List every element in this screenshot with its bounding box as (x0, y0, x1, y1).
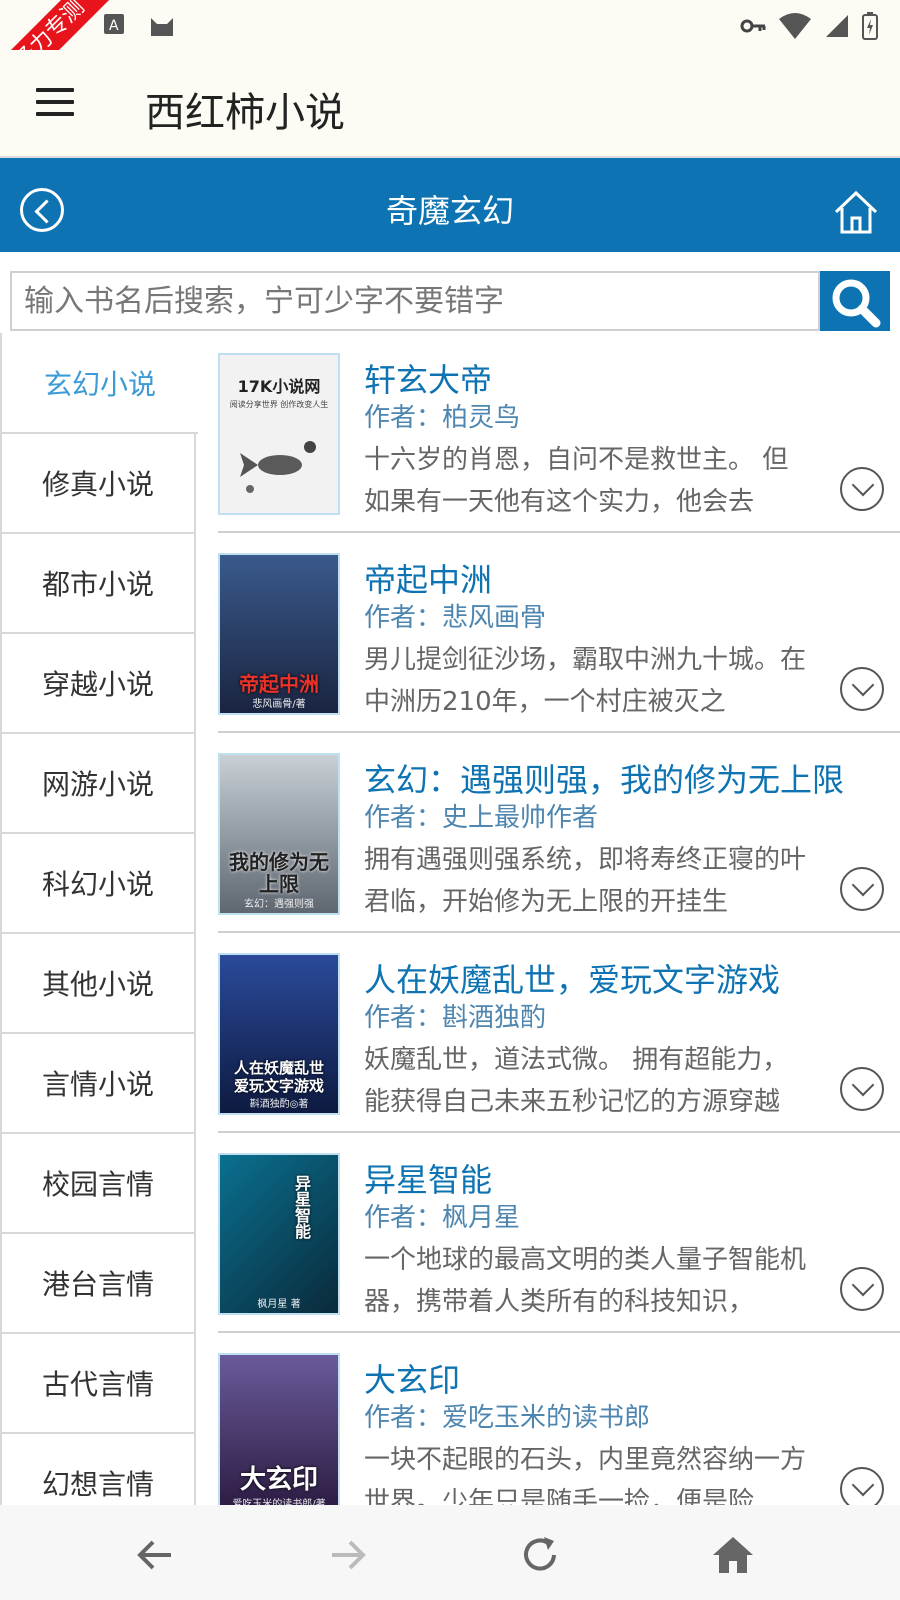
book-title[interactable]: 轩玄大帝 (364, 355, 492, 401)
sidebar-item-xuanhuan[interactable]: 玄幻小说 (0, 333, 198, 434)
browser-nav-bar (0, 1505, 900, 1600)
menu-icon[interactable] (36, 88, 74, 116)
signal-icon (826, 15, 848, 37)
cat-icon (151, 18, 173, 36)
book-description: 拥有遇强则强系统，即将寿终正寝的叶君临，开始修为无上限的开挂生 (364, 845, 807, 917)
cover-title-text: 我的修为无上限 (229, 850, 329, 896)
book-author: 作者：史上最帅作者 (364, 803, 599, 833)
home-nav-icon[interactable] (711, 1533, 755, 1577)
app-title: 西红柿小说 (145, 90, 345, 136)
cover-title-text: 帝起中洲 (239, 672, 319, 696)
back-arrow-icon[interactable] (133, 1533, 177, 1577)
fish-illustration-icon (240, 441, 316, 493)
expand-chevron-icon[interactable] (840, 1467, 884, 1505)
cover-author-text: 玄幻：遇强则强 (244, 899, 314, 910)
home-icon[interactable] (832, 188, 880, 236)
book-description: 妖魔乱世，道法式微。 拥有超能力，能获得自己未来五秒记忆的方源穿越 (364, 1045, 789, 1117)
battery-icon (862, 12, 878, 40)
book-title[interactable]: 帝起中洲 (364, 555, 492, 601)
cover-title-text: 17K小说网 (237, 377, 321, 396)
book-cover[interactable]: 大玄印 爱吃玉米的读书郎/著 (218, 1353, 340, 1505)
book-description: 一个地球的最高文明的类人量子智能机器，携带着人类所有的科技知识， (364, 1245, 807, 1317)
cover-author-text: 爱吃玉米的读书郎/著 (232, 1499, 326, 1505)
book-author: 作者：枫月星 (364, 1203, 521, 1233)
search-input[interactable] (10, 271, 820, 331)
cover-title-text: 异星智能 (292, 1175, 311, 1239)
expand-chevron-icon[interactable] (840, 1067, 884, 1111)
sidebar-item-gangtai[interactable]: 港台言情 (0, 1234, 196, 1334)
wifi-icon (779, 13, 811, 39)
book-item[interactable]: 大玄印 爱吃玉米的读书郎/著 大玄印 作者：爱吃玉米的读书郎 一块不起眼的石头，… (218, 1333, 900, 1505)
book-description: 十六岁的肖恩，自问不是救世主。 但如果有一天他有这个实力，他会去 (364, 445, 789, 517)
cover-author-text: 枫月星 著 (257, 1299, 301, 1310)
cover-author-text: 斟酒独酌◎著 (249, 1099, 309, 1110)
sidebar-item-gudai[interactable]: 古代言情 (0, 1334, 196, 1434)
cover-author-text: 悲风画骨/著 (252, 699, 306, 710)
forward-arrow-icon[interactable] (326, 1533, 370, 1577)
book-cover[interactable]: 异星智能 枫月星 著 (218, 1153, 340, 1315)
book-cover[interactable]: 我的修为无上限 玄幻：遇强则强 (218, 753, 340, 915)
book-description: 一块不起眼的石头，内里竟然容纳一方世界。少年只是随手一捡，便是险 (364, 1445, 807, 1505)
expand-chevron-icon[interactable] (840, 467, 884, 511)
book-author: 作者：柏灵鸟 (364, 403, 521, 433)
book-item[interactable]: 17K小说网 阅读分享世界 创作改变人生 轩玄大帝 作者：柏灵鸟 十六岁的肖恩，… (218, 333, 900, 533)
book-author: 作者：悲风画骨 (364, 603, 547, 633)
sidebar-item-kehuan[interactable]: 科幻小说 (0, 834, 196, 934)
book-author: 作者：斟酒独酌 (364, 1003, 547, 1033)
expand-chevron-icon[interactable] (840, 667, 884, 711)
book-title[interactable]: 异星智能 (364, 1155, 492, 1201)
book-item[interactable]: 我的修为无上限 玄幻：遇强则强 玄幻：遇强则强，我的修为无上限 作者：史上最帅作… (218, 733, 900, 933)
status-bar: A 圣力专测 (0, 0, 900, 111)
book-item[interactable]: 异星智能 枫月星 著 异星智能 作者：枫月星 一个地球的最高文明的类人量子智能机… (218, 1133, 900, 1333)
book-cover[interactable]: 17K小说网 阅读分享世界 创作改变人生 (218, 353, 340, 515)
sidebar-item-dushi[interactable]: 都市小说 (0, 534, 196, 634)
sidebar-item-huanxiang[interactable]: 幻想言情 (0, 1434, 196, 1505)
sidebar-item-wangyou[interactable]: 网游小说 (0, 734, 196, 834)
font-a-icon: A (104, 14, 124, 34)
category-sidebar: 玄幻小说 修真小说 都市小说 穿越小说 网游小说 科幻小说 其他小说 言情小说 … (0, 333, 198, 1505)
category-title: 奇魔玄幻 (385, 192, 514, 230)
refresh-icon[interactable] (518, 1533, 562, 1577)
search-button[interactable] (820, 271, 890, 331)
book-list: 17K小说网 阅读分享世界 创作改变人生 轩玄大帝 作者：柏灵鸟 十六岁的肖恩，… (218, 333, 900, 1505)
sidebar-item-chuanyue[interactable]: 穿越小说 (0, 634, 196, 734)
book-cover[interactable]: 人在妖魔乱世 爱玩文字游戏 斟酒独酌◎著 (218, 953, 340, 1115)
expand-chevron-icon[interactable] (840, 1267, 884, 1311)
cover-title-text: 大玄印 (239, 1465, 318, 1495)
key-icon (740, 19, 766, 33)
sidebar-item-qita[interactable]: 其他小说 (0, 934, 196, 1034)
book-title[interactable]: 玄幻：遇强则强，我的修为无上限 (364, 755, 844, 801)
book-item[interactable]: 人在妖魔乱世 爱玩文字游戏 斟酒独酌◎著 人在妖魔乱世，爱玩文字游戏 作者：斟酒… (218, 933, 900, 1133)
book-description: 男儿提剑征沙场，霸取中洲九十城。在中洲历210年，一个村庄被灭之 (364, 645, 807, 717)
svg-text:A: A (109, 18, 119, 34)
book-title[interactable]: 大玄印 (364, 1355, 460, 1401)
cover-title-text: 人在妖魔乱世 爱玩文字游戏 (233, 1059, 324, 1095)
sidebar-item-xiaoyuan[interactable]: 校园言情 (0, 1134, 196, 1234)
book-item[interactable]: 帝起中洲 悲风画骨/著 帝起中洲 作者：悲风画骨 男儿提剑征沙场，霸取中洲九十城… (218, 533, 900, 733)
status-system-icons (740, 12, 878, 40)
app-bar: 西红柿小说 (0, 50, 900, 158)
book-cover[interactable]: 帝起中洲 悲风画骨/著 (218, 553, 340, 715)
search-bar (10, 271, 890, 333)
book-title[interactable]: 人在妖魔乱世，爱玩文字游戏 (364, 955, 780, 1001)
cover-subtitle-text: 阅读分享世界 创作改变人生 (229, 400, 329, 409)
search-icon (832, 279, 881, 328)
sidebar-item-xiuzhen[interactable]: 修真小说 (0, 434, 196, 534)
expand-chevron-icon[interactable] (840, 867, 884, 911)
sidebar-item-yanqing[interactable]: 言情小说 (0, 1034, 196, 1134)
book-author: 作者：爱吃玉米的读书郎 (364, 1403, 651, 1433)
